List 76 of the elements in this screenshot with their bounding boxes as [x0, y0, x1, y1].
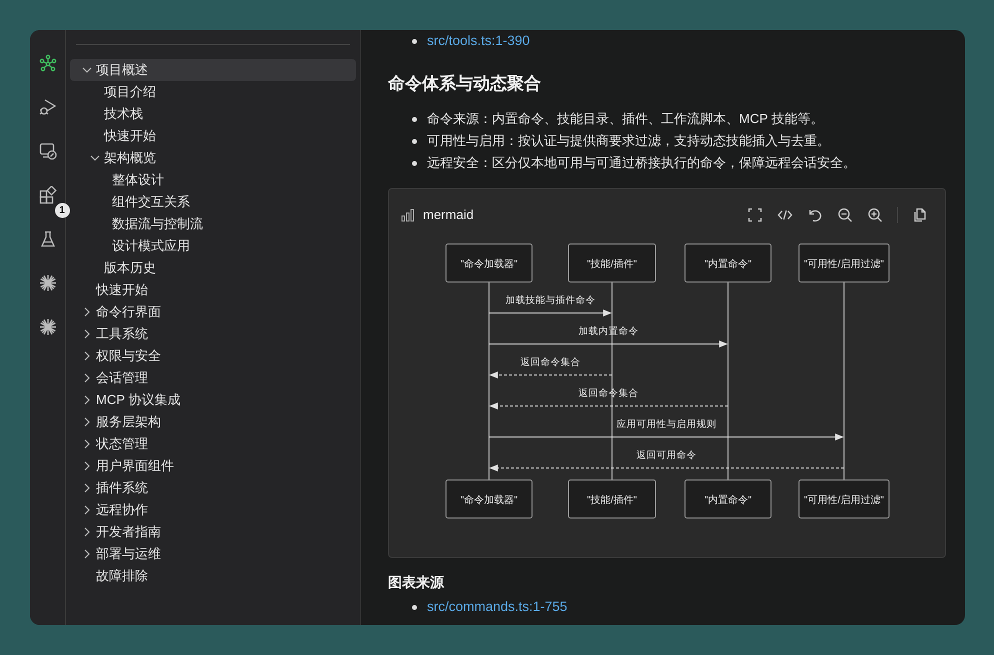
chevron-icon[interactable]: [82, 417, 92, 427]
chevron-icon[interactable]: [82, 373, 92, 383]
actor-label: "技能/插件": [587, 258, 637, 270]
sparkle-icon[interactable]: [38, 318, 56, 336]
fullscreen-icon[interactable]: [747, 206, 763, 223]
bullet-icon: [412, 138, 417, 144]
bullet-icon: [412, 116, 417, 122]
tree-item[interactable]: MCP 协议集成: [70, 389, 356, 411]
tree-item[interactable]: 远程协作: [70, 499, 356, 521]
chevron-icon[interactable]: [82, 307, 92, 317]
chevron-icon[interactable]: [82, 527, 92, 537]
bullet-icon: [412, 604, 417, 610]
graph-icon[interactable]: [38, 54, 56, 72]
section-heading: 命令体系与动态聚合: [388, 73, 542, 95]
tree-item[interactable]: 插件系统: [70, 477, 356, 499]
tree-item[interactable]: 快速开始: [70, 279, 356, 301]
tree-item[interactable]: 部署与运维: [70, 543, 356, 565]
tree-item[interactable]: 数据流与控制流: [70, 213, 356, 235]
message-label: 返回命令集合: [520, 356, 580, 368]
chevron-icon[interactable]: [82, 483, 92, 493]
message-label: 应用可用性与启用规则: [616, 418, 716, 430]
tree-item[interactable]: 状态管理: [70, 433, 356, 455]
diagram-type-label: mermaid: [423, 206, 474, 224]
tree-item[interactable]: 故障排除: [70, 565, 356, 587]
tree-item[interactable]: 版本历史: [70, 257, 356, 279]
bullet-icon: [412, 38, 417, 44]
tree-item[interactable]: 架构概览: [70, 147, 356, 169]
actor-label: "内置命令": [704, 258, 752, 270]
tree-item[interactable]: 设计模式应用: [70, 235, 356, 257]
bullet-text: 命令来源：内置命令、技能目录、插件、工作流脚本、MCP 技能等。: [427, 110, 824, 128]
chevron-icon[interactable]: [82, 439, 92, 449]
chevron-icon[interactable]: [82, 395, 92, 405]
chevron-icon[interactable]: [90, 153, 100, 163]
zoom-in-icon[interactable]: [867, 206, 883, 223]
tree-item[interactable]: 开发者指南: [70, 521, 356, 543]
source-link[interactable]: src/tools.ts:1-390: [427, 32, 530, 50]
bullet-text: 可用性与启用：按认证与提供商要求过滤，支持动态技能插入与去重。: [427, 132, 830, 150]
actor-label: "命令加载器": [460, 494, 518, 506]
bar-chart-icon: [401, 208, 415, 222]
copy-icon[interactable]: [912, 206, 928, 223]
chevron-icon[interactable]: [82, 351, 92, 361]
source-link[interactable]: src/commands.ts:1-755: [427, 598, 568, 616]
chevron-icon[interactable]: [82, 329, 92, 339]
run-debug-icon[interactable]: [38, 98, 56, 116]
zoom-out-icon[interactable]: [837, 206, 853, 223]
tree-item[interactable]: 组件交互关系: [70, 191, 356, 213]
extensions-icon[interactable]: [38, 186, 56, 204]
message-label: 返回可用命令: [636, 450, 696, 460]
flask-icon[interactable]: [38, 230, 56, 248]
tree-item[interactable]: 命令行界面: [70, 301, 356, 323]
tree-item[interactable]: 权限与安全: [70, 345, 356, 367]
actor-label: "可用性/启用过滤": [804, 258, 884, 270]
remote-monitor-icon[interactable]: [38, 142, 56, 160]
tree-item[interactable]: 会话管理: [70, 367, 356, 389]
sparkle-icon[interactable]: [38, 274, 56, 292]
bullet-text: 远程安全：区分仅本地可用与可通过桥接执行的命令，保障远程会话安全。: [427, 154, 856, 172]
actor-label: "命令加载器": [460, 258, 518, 270]
section-heading: 图表来源: [388, 573, 446, 592]
tree-item[interactable]: 快速开始: [70, 125, 356, 147]
tree-item[interactable]: 服务层架构: [70, 411, 356, 433]
tree-item[interactable]: 项目介绍: [70, 81, 356, 103]
message-label: 加载技能与插件命令: [506, 294, 596, 306]
chevron-icon[interactable]: [82, 461, 92, 471]
tree-item[interactable]: 用户界面组件: [70, 455, 356, 477]
tree-item[interactable]: 整体设计: [70, 169, 356, 191]
actor-label: "内置命令": [704, 494, 752, 506]
tree-item[interactable]: 项目概述: [70, 59, 356, 81]
actor-label: "可用性/启用过滤": [804, 494, 884, 506]
chevron-icon[interactable]: [82, 549, 92, 559]
tree-item[interactable]: 工具系统: [70, 323, 356, 345]
actor-label: "技能/插件": [587, 494, 637, 506]
chevron-icon[interactable]: [82, 505, 92, 515]
tree-item[interactable]: 技术栈: [70, 103, 356, 125]
notification-badge: 1: [54, 203, 70, 218]
bullet-icon: [412, 160, 417, 166]
chevron-icon[interactable]: [82, 65, 92, 75]
